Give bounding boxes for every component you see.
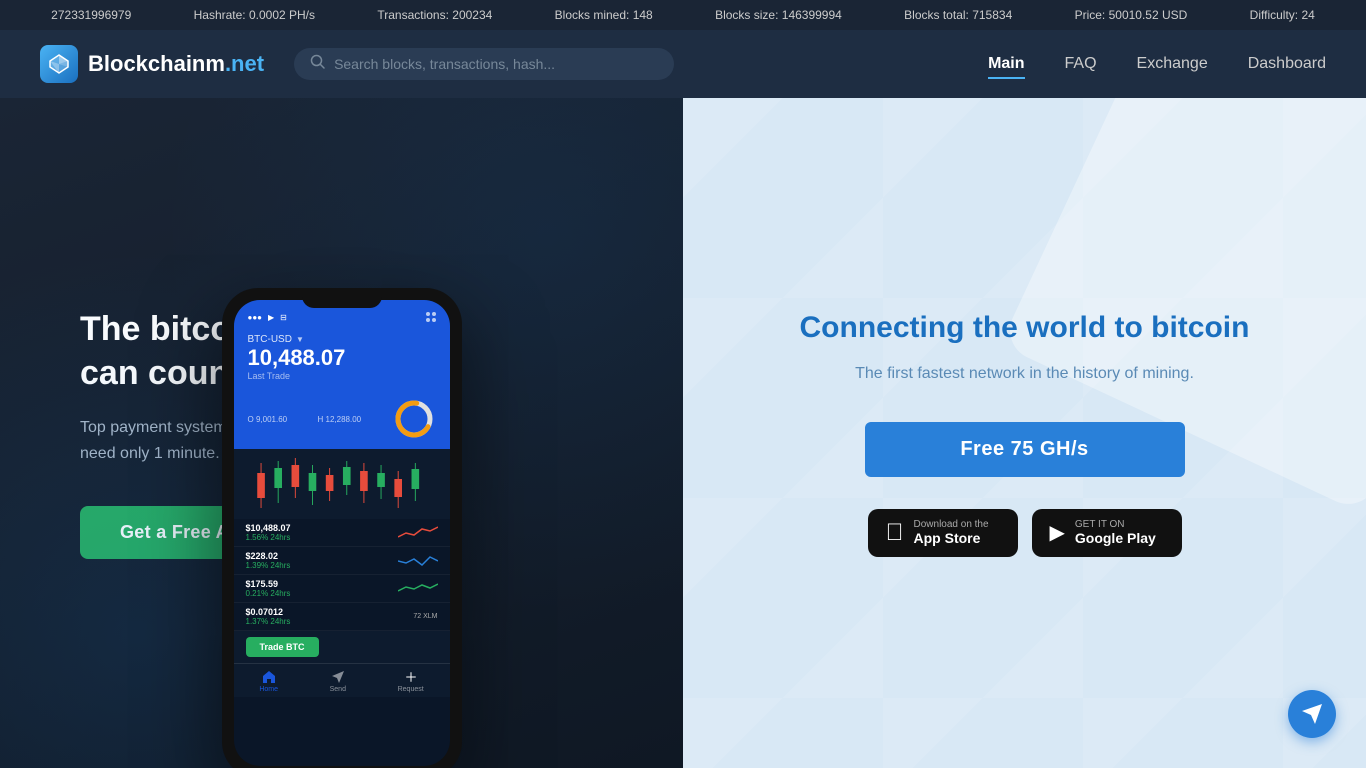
phone-nav-home[interactable]: Home bbox=[259, 670, 278, 693]
ticker-hashrate: Hashrate: 0.0002 PH/s bbox=[194, 8, 315, 22]
logo[interactable]: Blockchainm.net bbox=[40, 45, 264, 83]
google-play-text: GET IT ON Google Play bbox=[1075, 519, 1156, 546]
search-icon bbox=[310, 54, 326, 74]
phone-ticker-eth: $228.02 1.39% 24hrs bbox=[234, 547, 450, 575]
free-ghs-button[interactable]: Free 75 GH/s bbox=[865, 422, 1185, 477]
phone-price-section: BTC-USD ▼ 10,488.07 Last Trade bbox=[234, 330, 450, 393]
hero-right: Connecting the world to bitcoin The firs… bbox=[683, 98, 1366, 768]
google-play-icon: ▶ bbox=[1050, 520, 1065, 545]
nav-faq[interactable]: FAQ bbox=[1065, 50, 1097, 78]
search-bar[interactable] bbox=[294, 48, 674, 80]
phone-ticker-xlm: $0.07012 1.37% 24hrs 72 XLM bbox=[234, 603, 450, 631]
hero-section: The bitcoin mining you can count on Top … bbox=[0, 98, 1366, 768]
phone-high: H 12,288.00 bbox=[318, 415, 362, 424]
ticker-transactions: Transactions: 200234 bbox=[377, 8, 492, 22]
app-store-button[interactable]:  Download on the App Store bbox=[868, 509, 1018, 557]
logo-text: Blockchainm.net bbox=[88, 51, 264, 77]
nav: Main FAQ Exchange Dashboard bbox=[988, 50, 1326, 79]
nav-dashboard[interactable]: Dashboard bbox=[1248, 50, 1326, 78]
apple-icon:  bbox=[886, 519, 904, 547]
phone-price: 10,488.07 bbox=[248, 345, 436, 371]
phone-bottom-nav: Home Send Request bbox=[234, 663, 450, 697]
phone-last-trade: Last Trade bbox=[248, 371, 436, 381]
right-heading: Connecting the world to bitcoin bbox=[800, 310, 1250, 346]
google-play-button[interactable]: ▶ GET IT ON Google Play bbox=[1032, 509, 1182, 557]
phone-mockup: ●●● ▶ ⊟ bbox=[222, 288, 462, 768]
phone-pair: BTC-USD ▼ bbox=[248, 334, 436, 345]
ticker-address: 272331996979 bbox=[51, 8, 131, 22]
ticker-blocks-total: Blocks total: 715834 bbox=[904, 8, 1012, 22]
hero-right-content: Connecting the world to bitcoin The firs… bbox=[800, 310, 1250, 557]
phone-nav-request[interactable]: Request bbox=[398, 670, 424, 693]
app-store-text: Download on the App Store bbox=[914, 519, 989, 546]
phone-range: O 9,001.60 H 12,288.00 bbox=[234, 393, 450, 449]
right-subtext: The first fastest network in the history… bbox=[800, 362, 1250, 386]
search-input[interactable] bbox=[334, 56, 658, 72]
app-buttons:  Download on the App Store ▶ GET IT ON … bbox=[800, 509, 1250, 557]
phone-app-header: ●●● ▶ ⊟ bbox=[234, 300, 450, 330]
phone-low: O 9,001.60 bbox=[248, 415, 288, 424]
nav-exchange[interactable]: Exchange bbox=[1137, 50, 1208, 78]
phone-outer: ●●● ▶ ⊟ bbox=[222, 288, 462, 768]
phone-screen: ●●● ▶ ⊟ bbox=[234, 300, 450, 766]
phone-ticker-btc: $10,488.07 1.56% 24hrs bbox=[234, 519, 450, 547]
nav-main[interactable]: Main bbox=[988, 50, 1024, 79]
phone-nav-send[interactable]: Send bbox=[330, 670, 346, 693]
hero-left: The bitcoin mining you can count on Top … bbox=[0, 98, 683, 768]
header: Blockchainm.net Main FAQ Exchange Dashbo… bbox=[0, 30, 1366, 98]
ticker-bar: 272331996979 Hashrate: 0.0002 PH/s Trans… bbox=[0, 0, 1366, 30]
ticker-price: Price: 50010.52 USD bbox=[1075, 8, 1188, 22]
phone-donut-chart bbox=[392, 397, 436, 441]
telegram-icon bbox=[1300, 702, 1324, 726]
logo-icon bbox=[40, 45, 78, 83]
ticker-blocks-size: Blocks size: 146399994 bbox=[715, 8, 842, 22]
phone-trade-area: Trade BTC bbox=[234, 631, 450, 663]
ticker-blocks-mined: Blocks mined: 148 bbox=[555, 8, 653, 22]
phone-candle-chart bbox=[234, 449, 450, 519]
phone-ticker-3: $175.59 0.21% 24hrs bbox=[234, 575, 450, 603]
phone-trade-button[interactable]: Trade BTC bbox=[246, 637, 319, 657]
phone-status-bar: ●●● ▶ ⊟ bbox=[248, 313, 287, 322]
phone-menu-icon bbox=[426, 312, 436, 322]
telegram-fab[interactable] bbox=[1288, 690, 1336, 738]
ticker-difficulty: Difficulty: 24 bbox=[1250, 8, 1315, 22]
